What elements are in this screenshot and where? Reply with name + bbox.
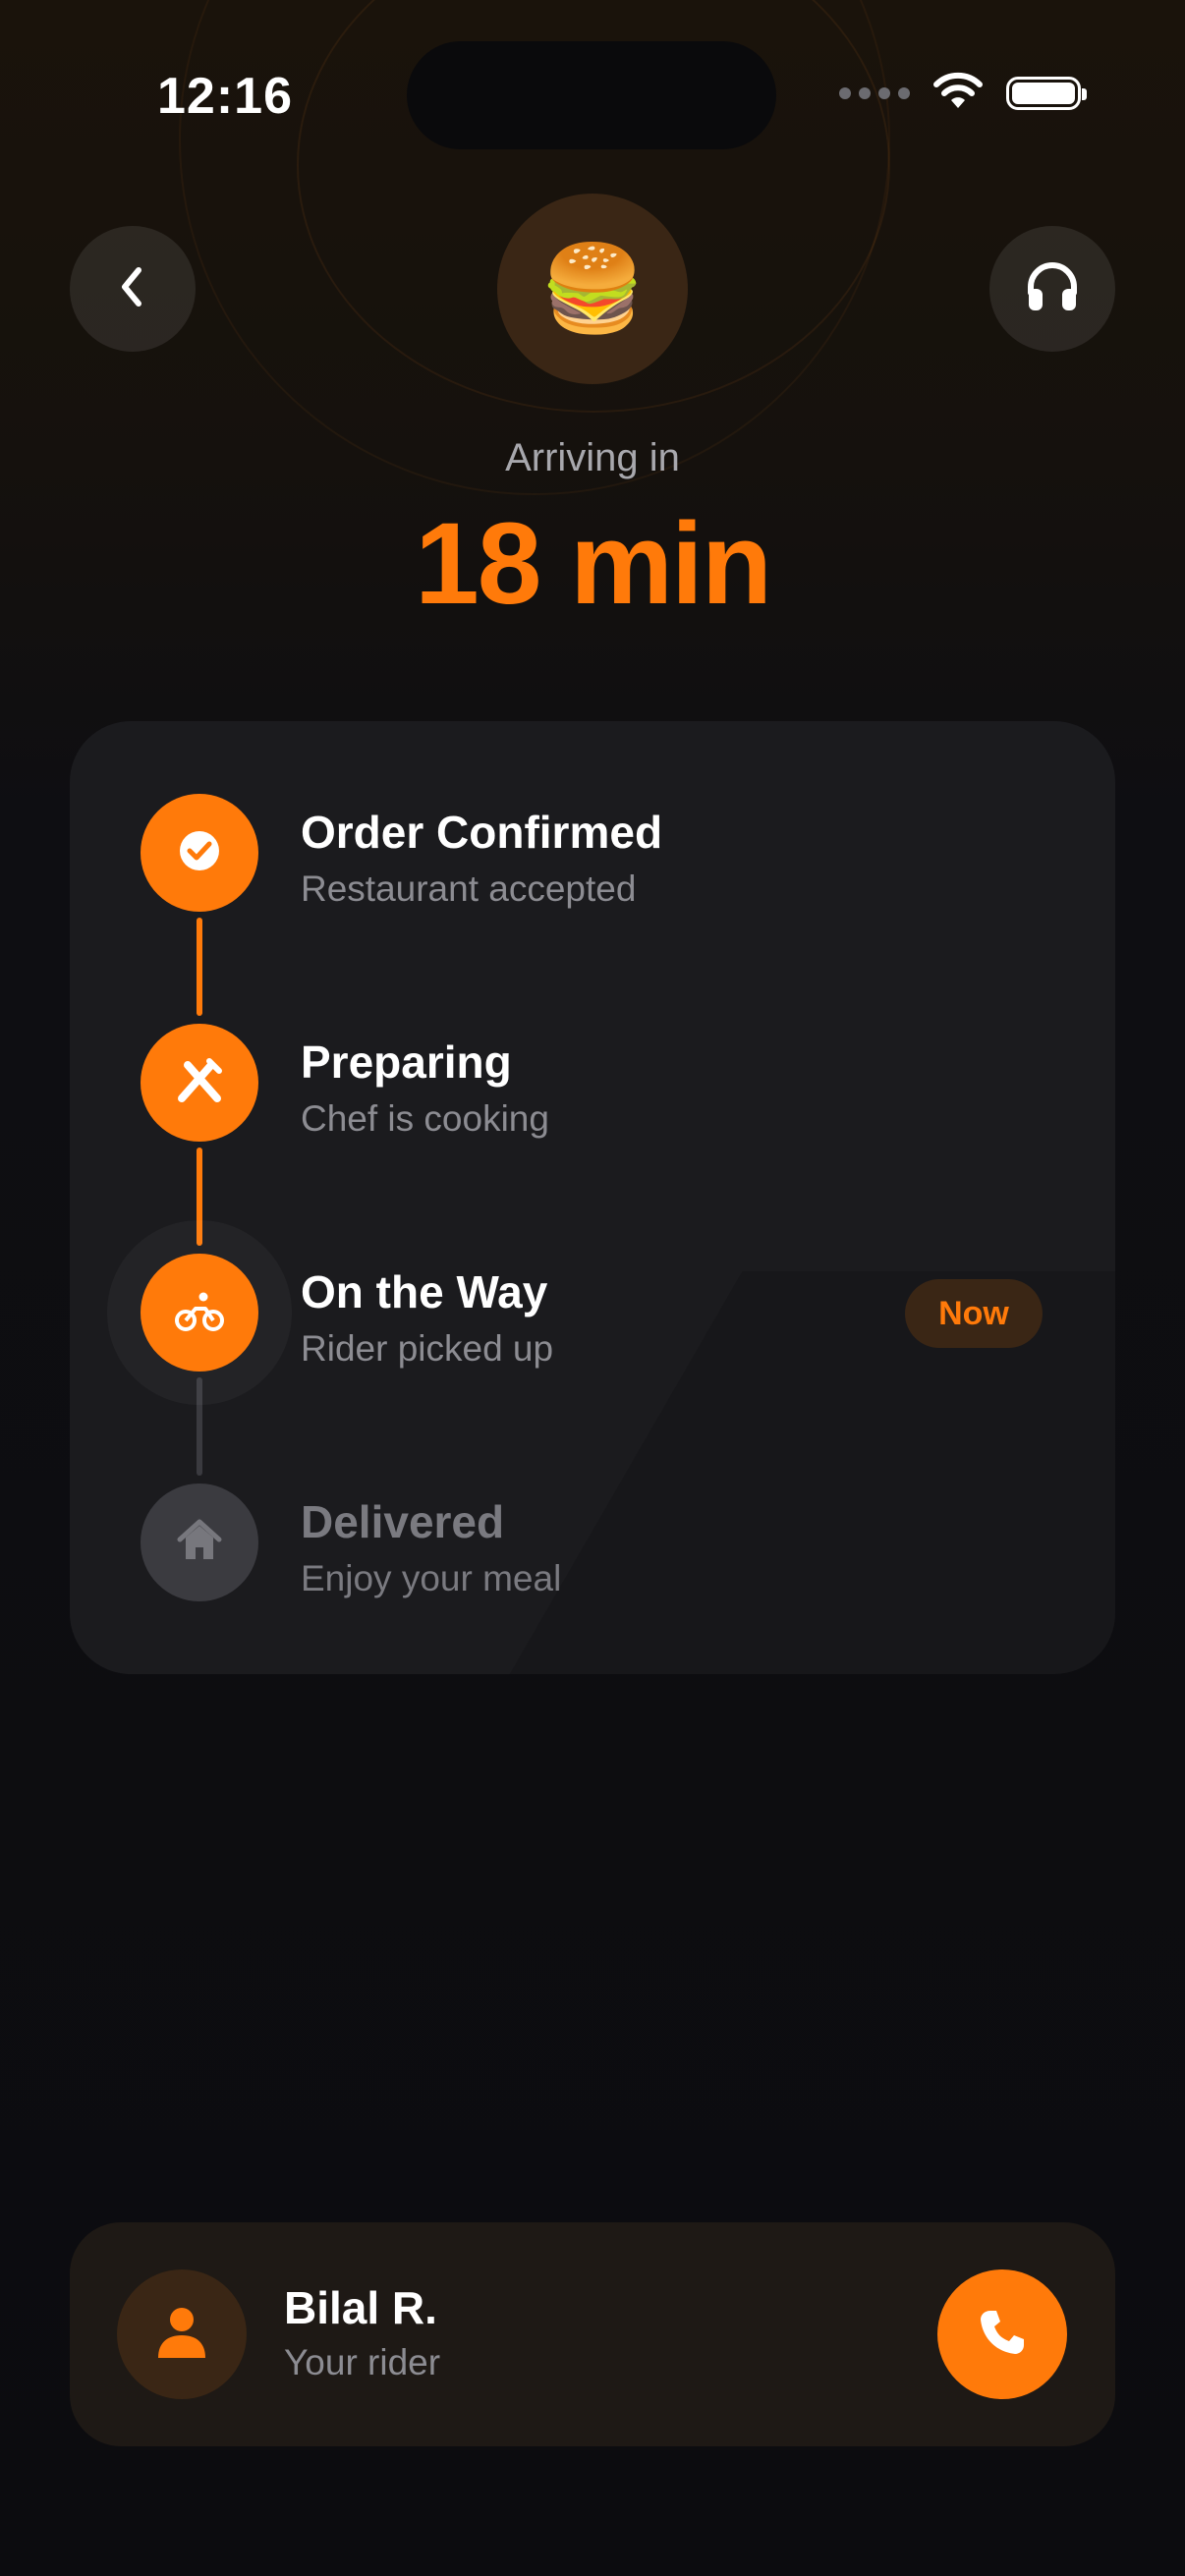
order-status-card: Order Confirmed Restaurant accepted Prep… xyxy=(70,721,1115,1674)
step-connector xyxy=(197,918,202,1016)
dynamic-island xyxy=(407,41,776,149)
fork-knife-icon xyxy=(172,1053,227,1113)
step-subtitle: Enjoy your meal xyxy=(301,1558,562,1598)
step-title: Preparing xyxy=(301,1036,512,1088)
battery-icon xyxy=(1006,76,1087,110)
phone-icon xyxy=(977,2307,1028,2363)
support-button[interactable] xyxy=(989,226,1115,352)
status-step: Delivered Enjoy your meal xyxy=(70,1484,1115,1621)
status-step: Preparing Chef is cooking xyxy=(70,1024,1115,1161)
step-icon-badge xyxy=(141,1484,258,1601)
step-icon-badge xyxy=(141,1024,258,1142)
status-step: Order Confirmed Restaurant accepted xyxy=(70,794,1115,931)
headphones-icon xyxy=(1023,257,1082,321)
rider-name: Bilal R. xyxy=(284,2282,437,2333)
call-rider-button[interactable] xyxy=(937,2269,1067,2399)
wifi-icon xyxy=(931,71,985,115)
order-tracking-screen: 12:16 🍔 Arriving in 18 min Order Confirm… xyxy=(0,0,1185,2576)
step-icon-badge xyxy=(141,794,258,912)
food-item-badge: 🍔 xyxy=(497,194,688,384)
avatar xyxy=(117,2269,247,2399)
step-title: Delivered xyxy=(301,1496,505,1547)
back-button[interactable] xyxy=(70,226,196,352)
step-subtitle: Rider picked up xyxy=(301,1328,554,1369)
bicycle-icon xyxy=(174,1289,225,1337)
step-subtitle: Restaurant accepted xyxy=(301,868,637,909)
rider-card: Bilal R. Your rider xyxy=(70,2222,1115,2446)
status-bar-indicators xyxy=(839,71,1087,115)
cellular-signal-icon xyxy=(839,86,910,99)
step-title: On the Way xyxy=(301,1266,548,1317)
step-icon-badge xyxy=(141,1254,258,1372)
check-circle-icon xyxy=(178,829,221,877)
status-step: On the Way Rider picked up Now xyxy=(70,1220,1115,1405)
rider-role: Your rider xyxy=(284,2342,441,2382)
arriving-label: Arriving in xyxy=(505,436,680,479)
now-badge: Now xyxy=(905,1279,1043,1348)
house-icon xyxy=(176,1518,223,1568)
eta-value: 18 min xyxy=(415,499,772,629)
status-bar-time: 12:16 xyxy=(157,68,293,125)
burger-icon: 🍔 xyxy=(539,242,646,336)
person-icon xyxy=(156,2305,207,2365)
chevron-left-icon xyxy=(113,262,152,316)
step-subtitle: Chef is cooking xyxy=(301,1098,549,1139)
step-title: Order Confirmed xyxy=(301,807,663,858)
